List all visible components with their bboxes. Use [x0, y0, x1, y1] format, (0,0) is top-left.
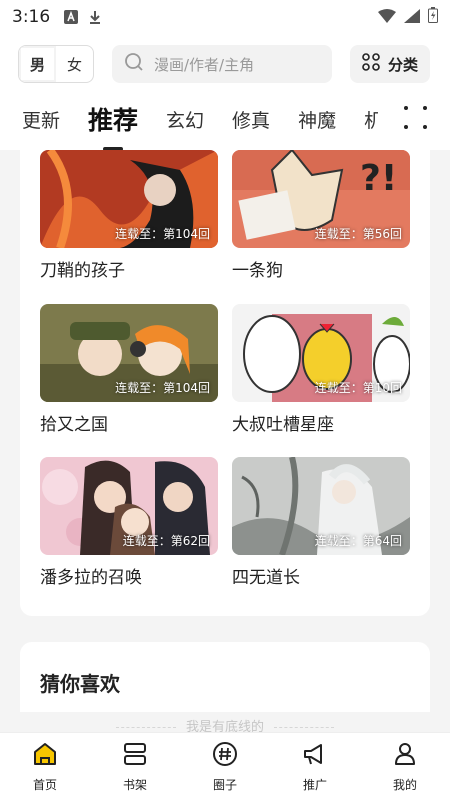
comic-cover[interactable]: 连载至：第10回 [232, 304, 410, 402]
notification-a-icon [64, 10, 79, 24]
nav-label: 书架 [122, 778, 147, 792]
category-label: 分类 [387, 55, 418, 74]
comic-cover[interactable]: 连载至：第104回 [40, 304, 218, 402]
section-title: 猜你喜欢 [40, 672, 120, 696]
battery-icon [428, 7, 438, 27]
episode-badge: 连载至：第104回 [115, 381, 210, 395]
content-area: 连载至：第104回 刀鞘的孩子 ?! 连载至：第56回 一条狗 连载至：第104… [0, 150, 450, 732]
comic-title[interactable]: 拾又之国 [40, 410, 218, 435]
nav-label: 首页 [32, 778, 57, 792]
tab-xuanhuan[interactable]: 玄幻 [166, 106, 204, 133]
episode-badge: 连载至：第62回 [122, 534, 210, 548]
comic-title[interactable]: 潘多拉的召唤 [40, 563, 218, 588]
end-of-list-note: 我是有底线的 [0, 716, 450, 732]
gender-female-option[interactable]: 女 [56, 46, 93, 82]
comic-title[interactable]: 刀鞘的孩子 [40, 256, 218, 281]
episode-badge: 连载至：第56回 [314, 227, 402, 241]
comic-cover[interactable]: 连载至：第64回 [232, 457, 410, 555]
nav-promote[interactable]: 推广 [270, 733, 360, 800]
svg-text:?!: ?! [360, 158, 397, 199]
recommend-panel: 连载至：第104回 刀鞘的孩子 ?! 连载至：第56回 一条狗 连载至：第104… [20, 150, 430, 616]
status-bar: 3:16 [0, 0, 450, 34]
nav-label: 我的 [392, 778, 417, 792]
comic-card[interactable]: 连载至：第64回 四无道长 [232, 457, 410, 588]
wifi-icon [378, 8, 396, 27]
guess-you-like-panel: 猜你喜欢 [20, 642, 430, 712]
gender-male-option[interactable]: 男 [19, 46, 56, 82]
download-icon [88, 10, 102, 24]
episode-badge: 连载至：第64回 [314, 534, 402, 548]
search-icon [124, 52, 144, 76]
nav-label: 推广 [302, 778, 327, 792]
comic-cover[interactable]: 连载至：第104回 [40, 150, 218, 248]
bottom-nav: 首页 书架 圈子 推广 我的 [0, 732, 450, 800]
comic-title[interactable]: 一条狗 [232, 256, 410, 281]
nav-circle[interactable]: 圈子 [180, 733, 270, 800]
episode-badge: 连载至：第104回 [115, 227, 210, 241]
tab-xiuzhen[interactable]: 修真 [232, 106, 270, 133]
comic-card[interactable]: 连载至：第104回 拾又之国 [40, 304, 218, 435]
tab-partial[interactable]: 机 [364, 106, 378, 133]
search-input[interactable]: 漫画/作者/主角 [112, 45, 332, 83]
gender-toggle: 男 女 [18, 45, 94, 83]
comic-card[interactable]: 连载至：第10回 大叔吐槽星座 [232, 304, 410, 435]
comic-title[interactable]: 大叔吐槽星座 [232, 410, 410, 435]
megaphone-icon [301, 740, 329, 772]
category-tabs: 更新 推荐 玄幻 修真 神魔 机 [0, 94, 450, 144]
episode-badge: 连载至：第10回 [314, 381, 402, 395]
bookshelf-icon [121, 740, 149, 772]
tab-recommend[interactable]: 推荐 [88, 101, 138, 137]
category-grid-icon [362, 53, 380, 75]
user-icon [391, 740, 419, 772]
end-of-list-text: 我是有底线的 [185, 720, 264, 732]
comic-cover[interactable]: 连载至：第62回 [40, 457, 218, 555]
tab-shenmo[interactable]: 神魔 [298, 106, 336, 133]
category-button[interactable]: 分类 [350, 45, 430, 83]
nav-label: 圈子 [212, 778, 237, 792]
more-tabs-icon[interactable] [404, 106, 430, 132]
nav-home[interactable]: 首页 [0, 733, 90, 800]
search-placeholder: 漫画/作者/主角 [154, 55, 255, 74]
tab-update[interactable]: 更新 [22, 106, 60, 133]
top-bar: 男 女 漫画/作者/主角 分类 [0, 34, 450, 94]
nav-mine[interactable]: 我的 [360, 733, 450, 800]
comic-card[interactable]: 连载至：第62回 潘多拉的召唤 [40, 457, 218, 588]
comic-cover[interactable]: ?! 连载至：第56回 [232, 150, 410, 248]
nav-bookshelf[interactable]: 书架 [90, 733, 180, 800]
comic-title[interactable]: 四无道长 [232, 563, 410, 588]
status-time: 3:16 [12, 7, 51, 27]
comic-card[interactable]: 连载至：第104回 刀鞘的孩子 [40, 150, 218, 281]
signal-icon [404, 8, 420, 27]
comic-card[interactable]: ?! 连载至：第56回 一条狗 [232, 150, 410, 281]
hashtag-icon [211, 740, 239, 772]
home-icon [31, 740, 59, 772]
